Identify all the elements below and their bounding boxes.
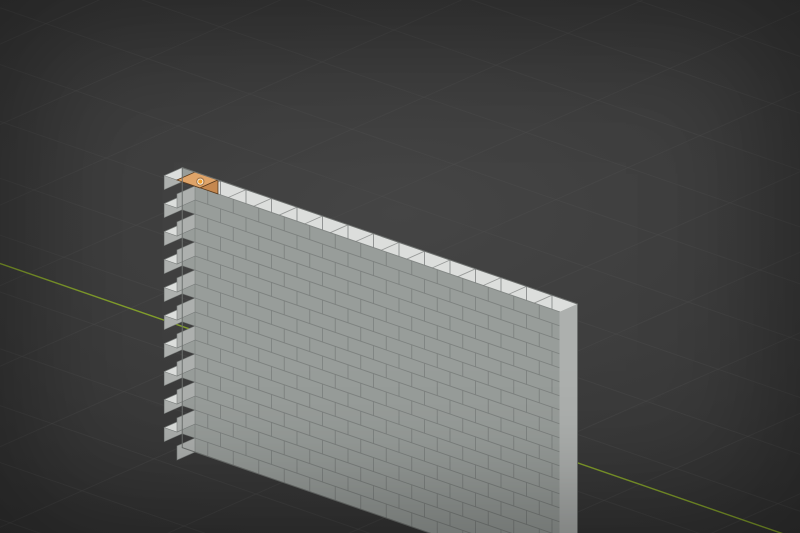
- scene-3d[interactable]: [0, 0, 800, 533]
- brick-wall-object[interactable]: [164, 168, 577, 533]
- origin-dot-icon: [198, 179, 203, 184]
- object-origin: [196, 177, 204, 185]
- viewport-3d[interactable]: [0, 0, 800, 533]
